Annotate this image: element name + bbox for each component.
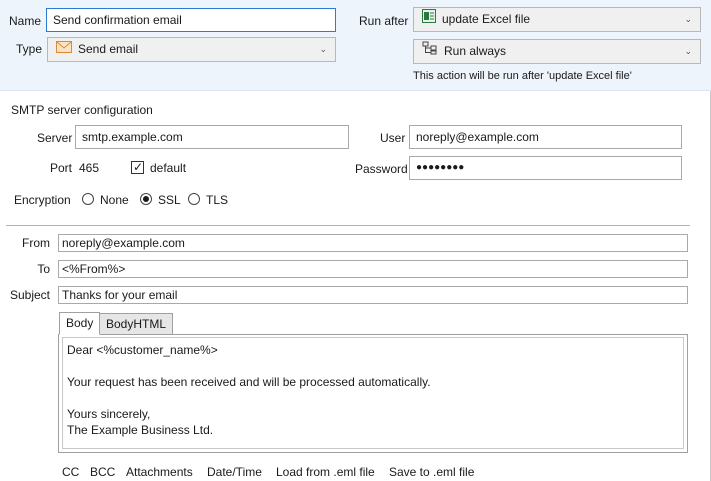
port-value[interactable]: 465 bbox=[79, 160, 99, 176]
from-input[interactable]: noreply@example.com bbox=[58, 234, 688, 252]
subject-input[interactable]: Thanks for your email bbox=[58, 286, 688, 304]
attachments-link[interactable]: Attachments bbox=[126, 464, 193, 480]
password-label: Password bbox=[355, 162, 408, 176]
save-eml-link[interactable]: Save to .eml file bbox=[389, 464, 474, 480]
body-textarea[interactable]: Dear <%customer_name%> Your request has … bbox=[62, 337, 684, 449]
type-select-value: Send email bbox=[78, 42, 139, 56]
encryption-ssl-label: SSL bbox=[158, 193, 181, 207]
to-input[interactable]: <%From%> bbox=[58, 260, 688, 278]
run-after-label: Run after bbox=[359, 14, 409, 28]
to-label: To bbox=[37, 262, 50, 276]
run-condition-select[interactable]: Run always ⌄ bbox=[413, 39, 701, 64]
default-port-label: default bbox=[150, 161, 187, 175]
load-eml-link[interactable]: Load from .eml file bbox=[276, 464, 375, 480]
default-port-checkbox[interactable]: ✓ bbox=[131, 160, 144, 174]
name-input[interactable]: Send confirmation email bbox=[46, 8, 336, 32]
datetime-link[interactable]: Date/Time bbox=[207, 464, 262, 480]
password-input[interactable]: ●●●●●●●● bbox=[409, 156, 682, 180]
chevron-down-icon: ⌄ bbox=[684, 46, 692, 56]
run-after-value: update Excel file bbox=[442, 12, 531, 26]
encryption-ssl-radio[interactable] bbox=[140, 193, 152, 205]
checkmark-icon: ✓ bbox=[133, 160, 144, 174]
tab-bodyhtml[interactable]: BodyHTML bbox=[99, 313, 174, 335]
user-input[interactable]: noreply@example.com bbox=[409, 125, 682, 149]
envelope-icon bbox=[56, 38, 72, 61]
cc-link[interactable]: CC bbox=[62, 464, 79, 480]
encryption-tls-label: TLS bbox=[206, 193, 229, 207]
run-note: This action will be run after 'update Ex… bbox=[413, 70, 632, 82]
excel-icon bbox=[422, 8, 436, 31]
type-select[interactable]: Send email ⌄ bbox=[47, 37, 336, 62]
run-after-select[interactable]: update Excel file ⌄ bbox=[413, 7, 701, 32]
port-label: Port bbox=[50, 161, 73, 175]
name-label: Name bbox=[9, 14, 42, 28]
body-panel: Dear <%customer_name%> Your request has … bbox=[58, 334, 688, 453]
server-label: Server bbox=[37, 131, 73, 145]
chevron-down-icon: ⌄ bbox=[319, 44, 327, 54]
type-label: Type bbox=[16, 42, 43, 56]
encryption-none-label: None bbox=[100, 193, 129, 207]
encryption-label: Encryption bbox=[14, 193, 71, 207]
encryption-none-radio[interactable] bbox=[82, 193, 94, 205]
user-label: User bbox=[380, 131, 406, 145]
from-label: From bbox=[22, 236, 50, 250]
tab-body[interactable]: Body bbox=[59, 312, 101, 335]
server-input[interactable]: smtp.example.com bbox=[75, 125, 349, 149]
smtp-section-title: SMTP server configuration bbox=[11, 103, 153, 117]
chevron-down-icon: ⌄ bbox=[684, 14, 692, 24]
subject-label: Subject bbox=[9, 288, 50, 302]
section-divider bbox=[6, 225, 690, 226]
flow-icon bbox=[422, 40, 438, 63]
tab-bodyhtml-label: BodyHTML bbox=[106, 317, 167, 331]
run-condition-value: Run always bbox=[444, 44, 507, 58]
encryption-tls-radio[interactable] bbox=[188, 193, 200, 205]
bcc-link[interactable]: BCC bbox=[90, 464, 115, 480]
